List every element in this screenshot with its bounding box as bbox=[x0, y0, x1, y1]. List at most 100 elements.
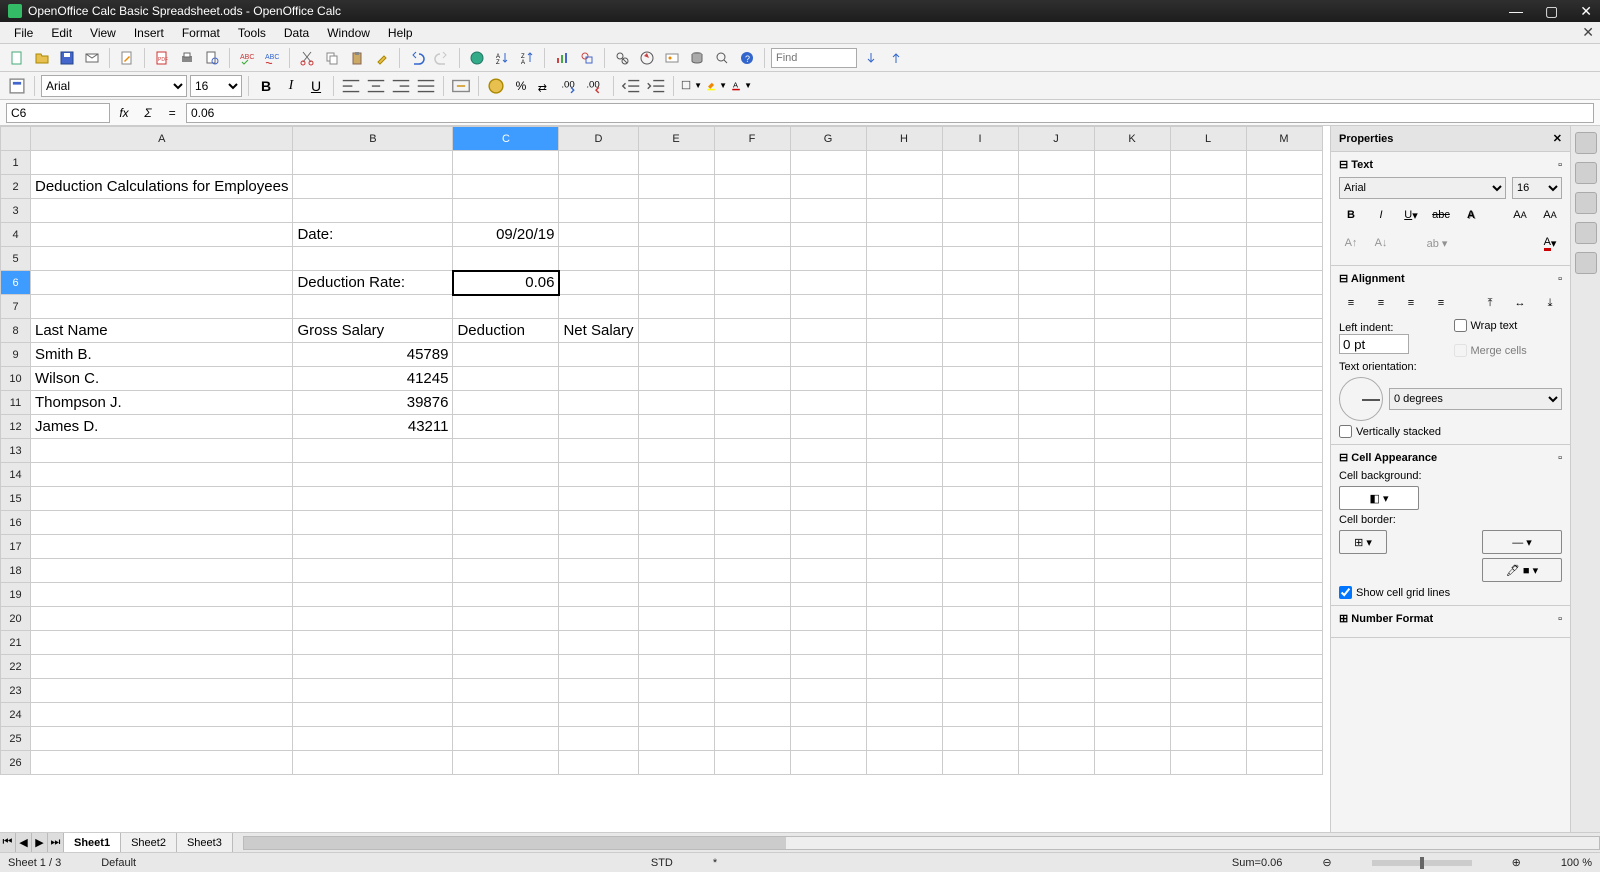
cell-I1[interactable] bbox=[942, 151, 1018, 175]
format-paintbrush-icon[interactable] bbox=[371, 47, 393, 69]
cell-B3[interactable] bbox=[293, 199, 453, 223]
cell-L1[interactable] bbox=[1170, 151, 1246, 175]
cell-L4[interactable] bbox=[1170, 223, 1246, 247]
cell-E1[interactable] bbox=[638, 151, 714, 175]
cell-G4[interactable] bbox=[790, 223, 866, 247]
cell-G19[interactable] bbox=[790, 583, 866, 607]
cell-L20[interactable] bbox=[1170, 607, 1246, 631]
row-header-1[interactable]: 1 bbox=[1, 151, 31, 175]
navigator-icon[interactable] bbox=[636, 47, 658, 69]
cell-C4[interactable]: 09/20/19 bbox=[453, 223, 559, 247]
cell-E5[interactable] bbox=[638, 247, 714, 271]
help-icon[interactable]: ? bbox=[736, 47, 758, 69]
row-header-21[interactable]: 21 bbox=[1, 631, 31, 655]
cell-A1[interactable] bbox=[31, 151, 293, 175]
cell-E13[interactable] bbox=[638, 439, 714, 463]
cell-L19[interactable] bbox=[1170, 583, 1246, 607]
cell-K15[interactable] bbox=[1094, 487, 1170, 511]
zoom-icon[interactable] bbox=[711, 47, 733, 69]
cell-B9[interactable]: 45789 bbox=[293, 343, 453, 367]
menu-data[interactable]: Data bbox=[276, 24, 317, 42]
col-header-G[interactable]: G bbox=[790, 127, 866, 151]
export-pdf-icon[interactable]: PDF bbox=[151, 47, 173, 69]
cell-I22[interactable] bbox=[942, 655, 1018, 679]
cell-K19[interactable] bbox=[1094, 583, 1170, 607]
cell-B11[interactable]: 39876 bbox=[293, 391, 453, 415]
row-header-13[interactable]: 13 bbox=[1, 439, 31, 463]
cell-A10[interactable]: Wilson C. bbox=[31, 367, 293, 391]
cell-B17[interactable] bbox=[293, 535, 453, 559]
cut-icon[interactable] bbox=[296, 47, 318, 69]
cell-D8[interactable]: Net Salary bbox=[559, 319, 638, 343]
cell-M24[interactable] bbox=[1246, 703, 1322, 727]
cell-C7[interactable] bbox=[453, 295, 559, 319]
cell-D10[interactable] bbox=[559, 367, 638, 391]
sb-valign-top-icon[interactable]: ⤒ bbox=[1478, 291, 1502, 315]
cell-E6[interactable] bbox=[638, 271, 714, 295]
cell-B4[interactable]: Date: bbox=[293, 223, 453, 247]
cell-F8[interactable] bbox=[714, 319, 790, 343]
cell-F26[interactable] bbox=[714, 751, 790, 775]
decrease-indent-icon[interactable] bbox=[620, 75, 642, 97]
fontcolor-icon[interactable]: A▼ bbox=[730, 75, 752, 97]
cell-M9[interactable] bbox=[1246, 343, 1322, 367]
cell-G21[interactable] bbox=[790, 631, 866, 655]
cell-L9[interactable] bbox=[1170, 343, 1246, 367]
sidebar-underline-icon[interactable]: U ▾ bbox=[1399, 203, 1423, 227]
email-icon[interactable] bbox=[81, 47, 103, 69]
cell-G12[interactable] bbox=[790, 415, 866, 439]
cell-C13[interactable] bbox=[453, 439, 559, 463]
align-justify-icon[interactable] bbox=[415, 75, 437, 97]
cell-D16[interactable] bbox=[559, 511, 638, 535]
cell-K18[interactable] bbox=[1094, 559, 1170, 583]
cell-L24[interactable] bbox=[1170, 703, 1246, 727]
cell-H8[interactable] bbox=[866, 319, 942, 343]
cell-L3[interactable] bbox=[1170, 199, 1246, 223]
cell-M7[interactable] bbox=[1246, 295, 1322, 319]
cell-B19[interactable] bbox=[293, 583, 453, 607]
cell-E22[interactable] bbox=[638, 655, 714, 679]
row-header-26[interactable]: 26 bbox=[1, 751, 31, 775]
find-input[interactable] bbox=[771, 48, 857, 68]
cell-G8[interactable] bbox=[790, 319, 866, 343]
cell-A20[interactable] bbox=[31, 607, 293, 631]
cell-D1[interactable] bbox=[559, 151, 638, 175]
col-header-M[interactable]: M bbox=[1246, 127, 1322, 151]
cell-K4[interactable] bbox=[1094, 223, 1170, 247]
find-next-icon[interactable] bbox=[860, 47, 882, 69]
cell-E17[interactable] bbox=[638, 535, 714, 559]
cell-D13[interactable] bbox=[559, 439, 638, 463]
cell-F3[interactable] bbox=[714, 199, 790, 223]
cell-L21[interactable] bbox=[1170, 631, 1246, 655]
cell-F14[interactable] bbox=[714, 463, 790, 487]
add-decimal-icon[interactable]: .00 bbox=[560, 75, 582, 97]
cell-B26[interactable] bbox=[293, 751, 453, 775]
cell-C9[interactable] bbox=[453, 343, 559, 367]
sidetab-properties[interactable] bbox=[1575, 132, 1597, 154]
cell-H7[interactable] bbox=[866, 295, 942, 319]
close-button[interactable]: ✕ bbox=[1580, 3, 1592, 20]
cell-M23[interactable] bbox=[1246, 679, 1322, 703]
sidebar-close-icon[interactable]: ✕ bbox=[1553, 132, 1562, 145]
tab-next-icon[interactable]: ▶ bbox=[32, 833, 48, 852]
cell-F9[interactable] bbox=[714, 343, 790, 367]
cell-A15[interactable] bbox=[31, 487, 293, 511]
menu-file[interactable]: File bbox=[6, 24, 41, 42]
sidebar-fontsize-select[interactable]: 16 bbox=[1512, 177, 1562, 199]
cell-M26[interactable] bbox=[1246, 751, 1322, 775]
cell-E15[interactable] bbox=[638, 487, 714, 511]
cell-J3[interactable] bbox=[1018, 199, 1094, 223]
cell-L12[interactable] bbox=[1170, 415, 1246, 439]
cell-J2[interactable] bbox=[1018, 175, 1094, 199]
cell-C3[interactable] bbox=[453, 199, 559, 223]
cell-H14[interactable] bbox=[866, 463, 942, 487]
cell-H15[interactable] bbox=[866, 487, 942, 511]
cell-I15[interactable] bbox=[942, 487, 1018, 511]
cell-M15[interactable] bbox=[1246, 487, 1322, 511]
cell-G20[interactable] bbox=[790, 607, 866, 631]
cell-J22[interactable] bbox=[1018, 655, 1094, 679]
cell-C17[interactable] bbox=[453, 535, 559, 559]
cell-M10[interactable] bbox=[1246, 367, 1322, 391]
cell-L25[interactable] bbox=[1170, 727, 1246, 751]
cell-D26[interactable] bbox=[559, 751, 638, 775]
